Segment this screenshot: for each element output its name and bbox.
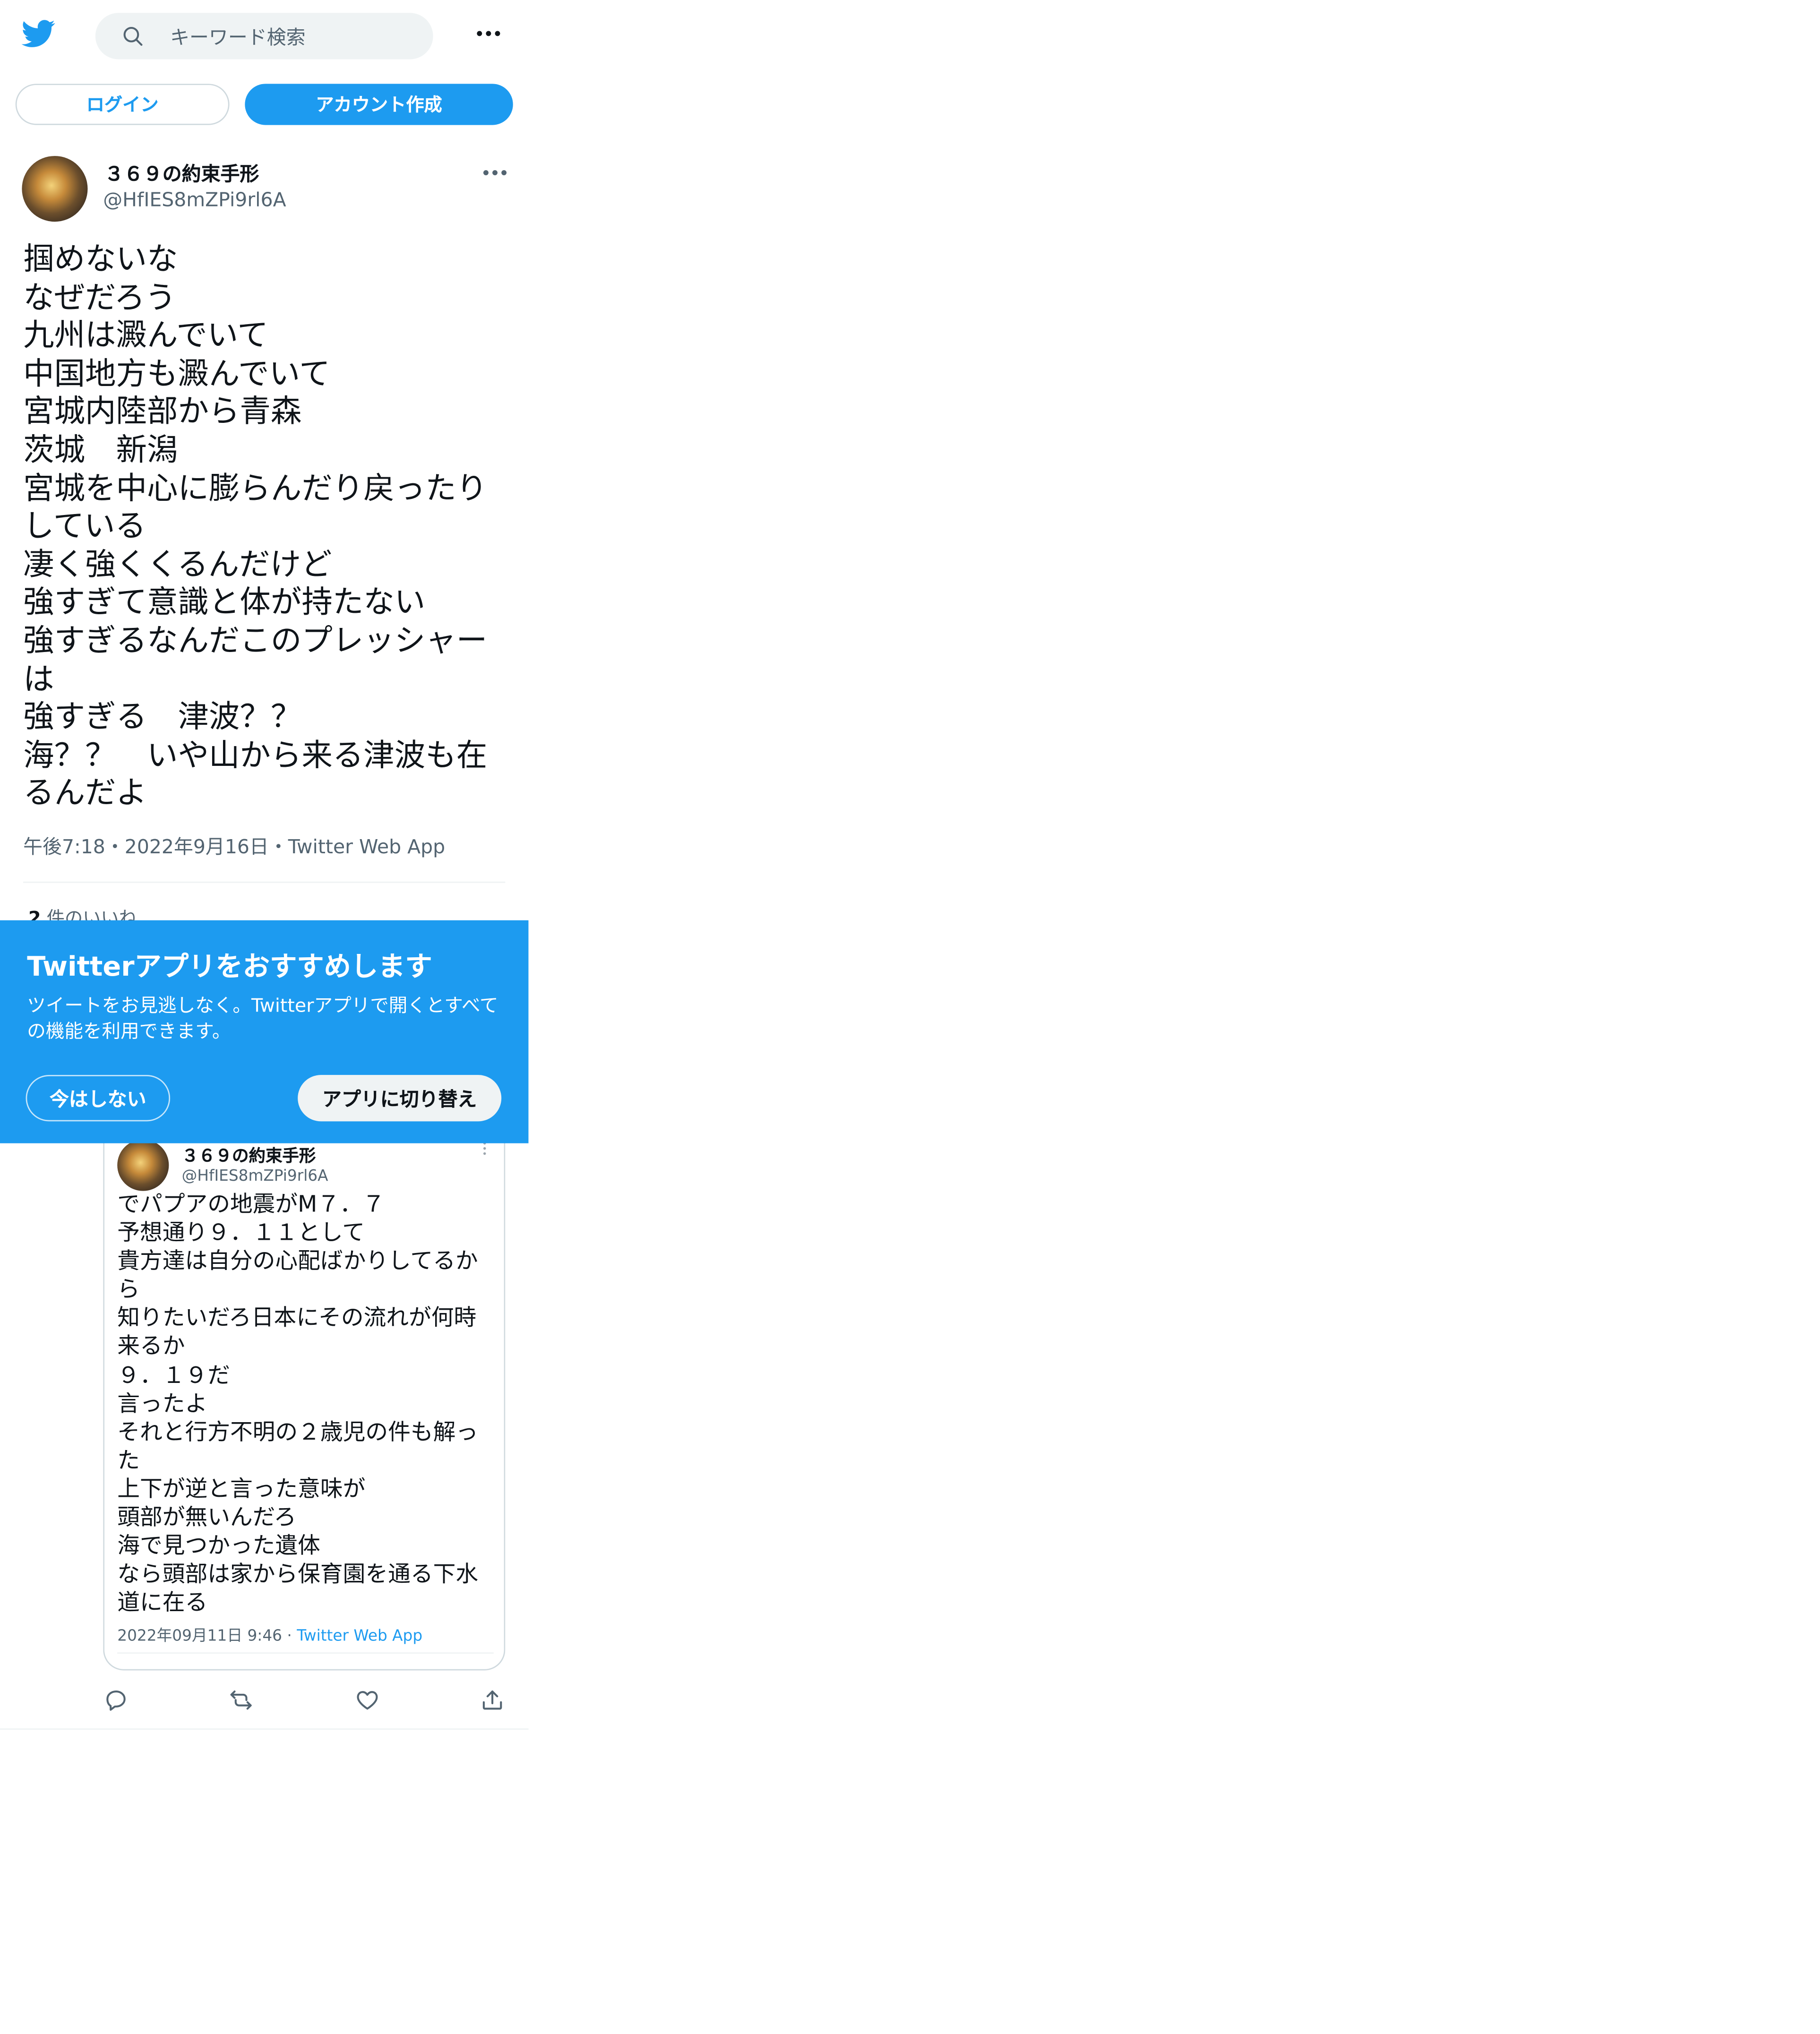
banner-title: Twitterアプリをおすすめします <box>27 951 432 982</box>
not-now-button[interactable]: 今はしない <box>26 1075 171 1122</box>
search-icon <box>123 26 143 46</box>
embedded-line: なら頭部は家から保育園を通る下水 <box>117 1562 479 1588</box>
search-input[interactable]: キーワード検索 <box>95 13 433 60</box>
tweet-line: 中国地方も澱んでいて <box>23 355 330 392</box>
retweet-icon[interactable] <box>228 1687 254 1713</box>
tweet-meta: 午後7:18・2022年9月16日・Twitter Web App <box>23 832 445 859</box>
avatar[interactable] <box>22 156 88 222</box>
embedded-line: 道に在る <box>117 1591 208 1617</box>
tweet-line: 凄く強くくるんだけど <box>23 546 332 583</box>
embedded-line: それと行方不明の２歳児の件も解っ <box>117 1420 479 1446</box>
meta-separator: ・ <box>105 835 125 858</box>
tweet-line: 強すぎるなんだこのプレッシャー <box>23 622 488 659</box>
tweet-text: 掴めないな なぜだろう 九州は澱んでいて 中国地方も澱んでいて 宮城内陸部から青… <box>23 241 513 813</box>
login-button[interactable]: ログイン <box>15 84 230 125</box>
tweet-line: 九州は澱んでいて <box>23 317 268 353</box>
embedded-meta: 2022年09月11日 9:46 · Twitter Web App <box>117 1624 422 1646</box>
meta-separator: ・ <box>268 835 288 858</box>
banner-body: ツイートをお見逃しなく。Twitterアプリで開くとすべての機能を利用できます。 <box>27 996 498 1043</box>
tweet-source[interactable]: Twitter Web App <box>288 835 445 858</box>
app-promo-banner: Twitterアプリをおすすめします ツイートをお見逃しなく。Twitterアプ… <box>0 920 529 1143</box>
embedded-more-icon <box>483 1142 486 1155</box>
search-placeholder: キーワード検索 <box>170 25 306 49</box>
tweet-line: している <box>23 508 146 544</box>
divider <box>23 881 506 883</box>
share-icon[interactable] <box>480 1687 506 1713</box>
tweet-line: 茨城 新潟 <box>23 431 178 468</box>
embedded-timestamp: 2022年09月11日 9:46 <box>117 1626 283 1645</box>
embedded-tweet-text: でパプアの地震がM７．７ 予想通り９．１１として 貴方達は自分の心配ばかりしてる… <box>117 1191 498 1618</box>
embedded-line: 上下が逆と言った意味が <box>117 1477 366 1503</box>
tweet-line: 強すぎて意識と体が持たない <box>23 584 426 621</box>
tweet-line: るんだよ <box>23 775 147 811</box>
twitter-bird-icon[interactable] <box>21 17 57 50</box>
author-handle[interactable]: @HfIES8mZPi9rl6A <box>103 188 286 211</box>
embedded-line: 貴方達は自分の心配ばかりしてるか <box>117 1249 478 1275</box>
embedded-avatar <box>117 1139 169 1191</box>
embedded-separator: · <box>282 1626 297 1645</box>
embedded-line: 予想通り９．１１として <box>117 1220 365 1247</box>
divider <box>0 1728 529 1730</box>
embedded-author-name: ３６９の約束手形 <box>181 1147 316 1167</box>
embedded-line: ９．１９だ <box>117 1363 230 1389</box>
tweet-line: は <box>23 661 54 697</box>
embedded-tweet-image[interactable]: ３６９の約束手形 @HfIES8mZPi9rl6A でパプアの地震がM７．７ 予… <box>103 1108 506 1671</box>
embedded-line: でパプアの地震がM７．７ <box>117 1192 385 1218</box>
reply-icon[interactable] <box>103 1687 129 1713</box>
embedded-source: Twitter Web App <box>297 1626 423 1645</box>
tweet-line: 掴めないな <box>23 241 178 277</box>
more-icon[interactable] <box>477 31 500 36</box>
embedded-line: た <box>117 1448 140 1475</box>
tweet-line: なぜだろう <box>23 279 176 316</box>
author-name[interactable]: ３６９の約束手形 <box>104 160 259 187</box>
tweet-time[interactable]: 午後7:18 <box>23 835 105 858</box>
embedded-divider <box>117 1652 494 1654</box>
tweet-line: 宮城内陸部から青森 <box>23 394 302 430</box>
switch-to-app-button[interactable]: アプリに切り替え <box>298 1075 502 1122</box>
tweet-date[interactable]: 2022年9月16日 <box>125 835 269 858</box>
tweet-line: 海？？ いや山から来る津波も在 <box>23 737 488 773</box>
tweet-more-icon[interactable] <box>483 170 507 176</box>
embedded-line: 言ったよ <box>117 1391 208 1417</box>
embedded-line: 来るか <box>117 1334 185 1361</box>
embedded-line: 知りたいだろ日本にその流れが何時 <box>117 1306 477 1332</box>
like-icon[interactable] <box>354 1687 380 1713</box>
embedded-line: 頭部が無いんだろ <box>117 1505 297 1531</box>
embedded-line: 海で見つかった遺体 <box>117 1534 320 1560</box>
tweet-line: 強すぎる 津波？？ <box>23 698 302 735</box>
embedded-line: ら <box>117 1278 140 1304</box>
tweet-line: 宮城を中心に膨らんだり戻ったり <box>23 470 488 506</box>
embedded-author-handle: @HfIES8mZPi9rl6A <box>181 1166 328 1185</box>
signup-button[interactable]: アカウント作成 <box>245 84 513 125</box>
